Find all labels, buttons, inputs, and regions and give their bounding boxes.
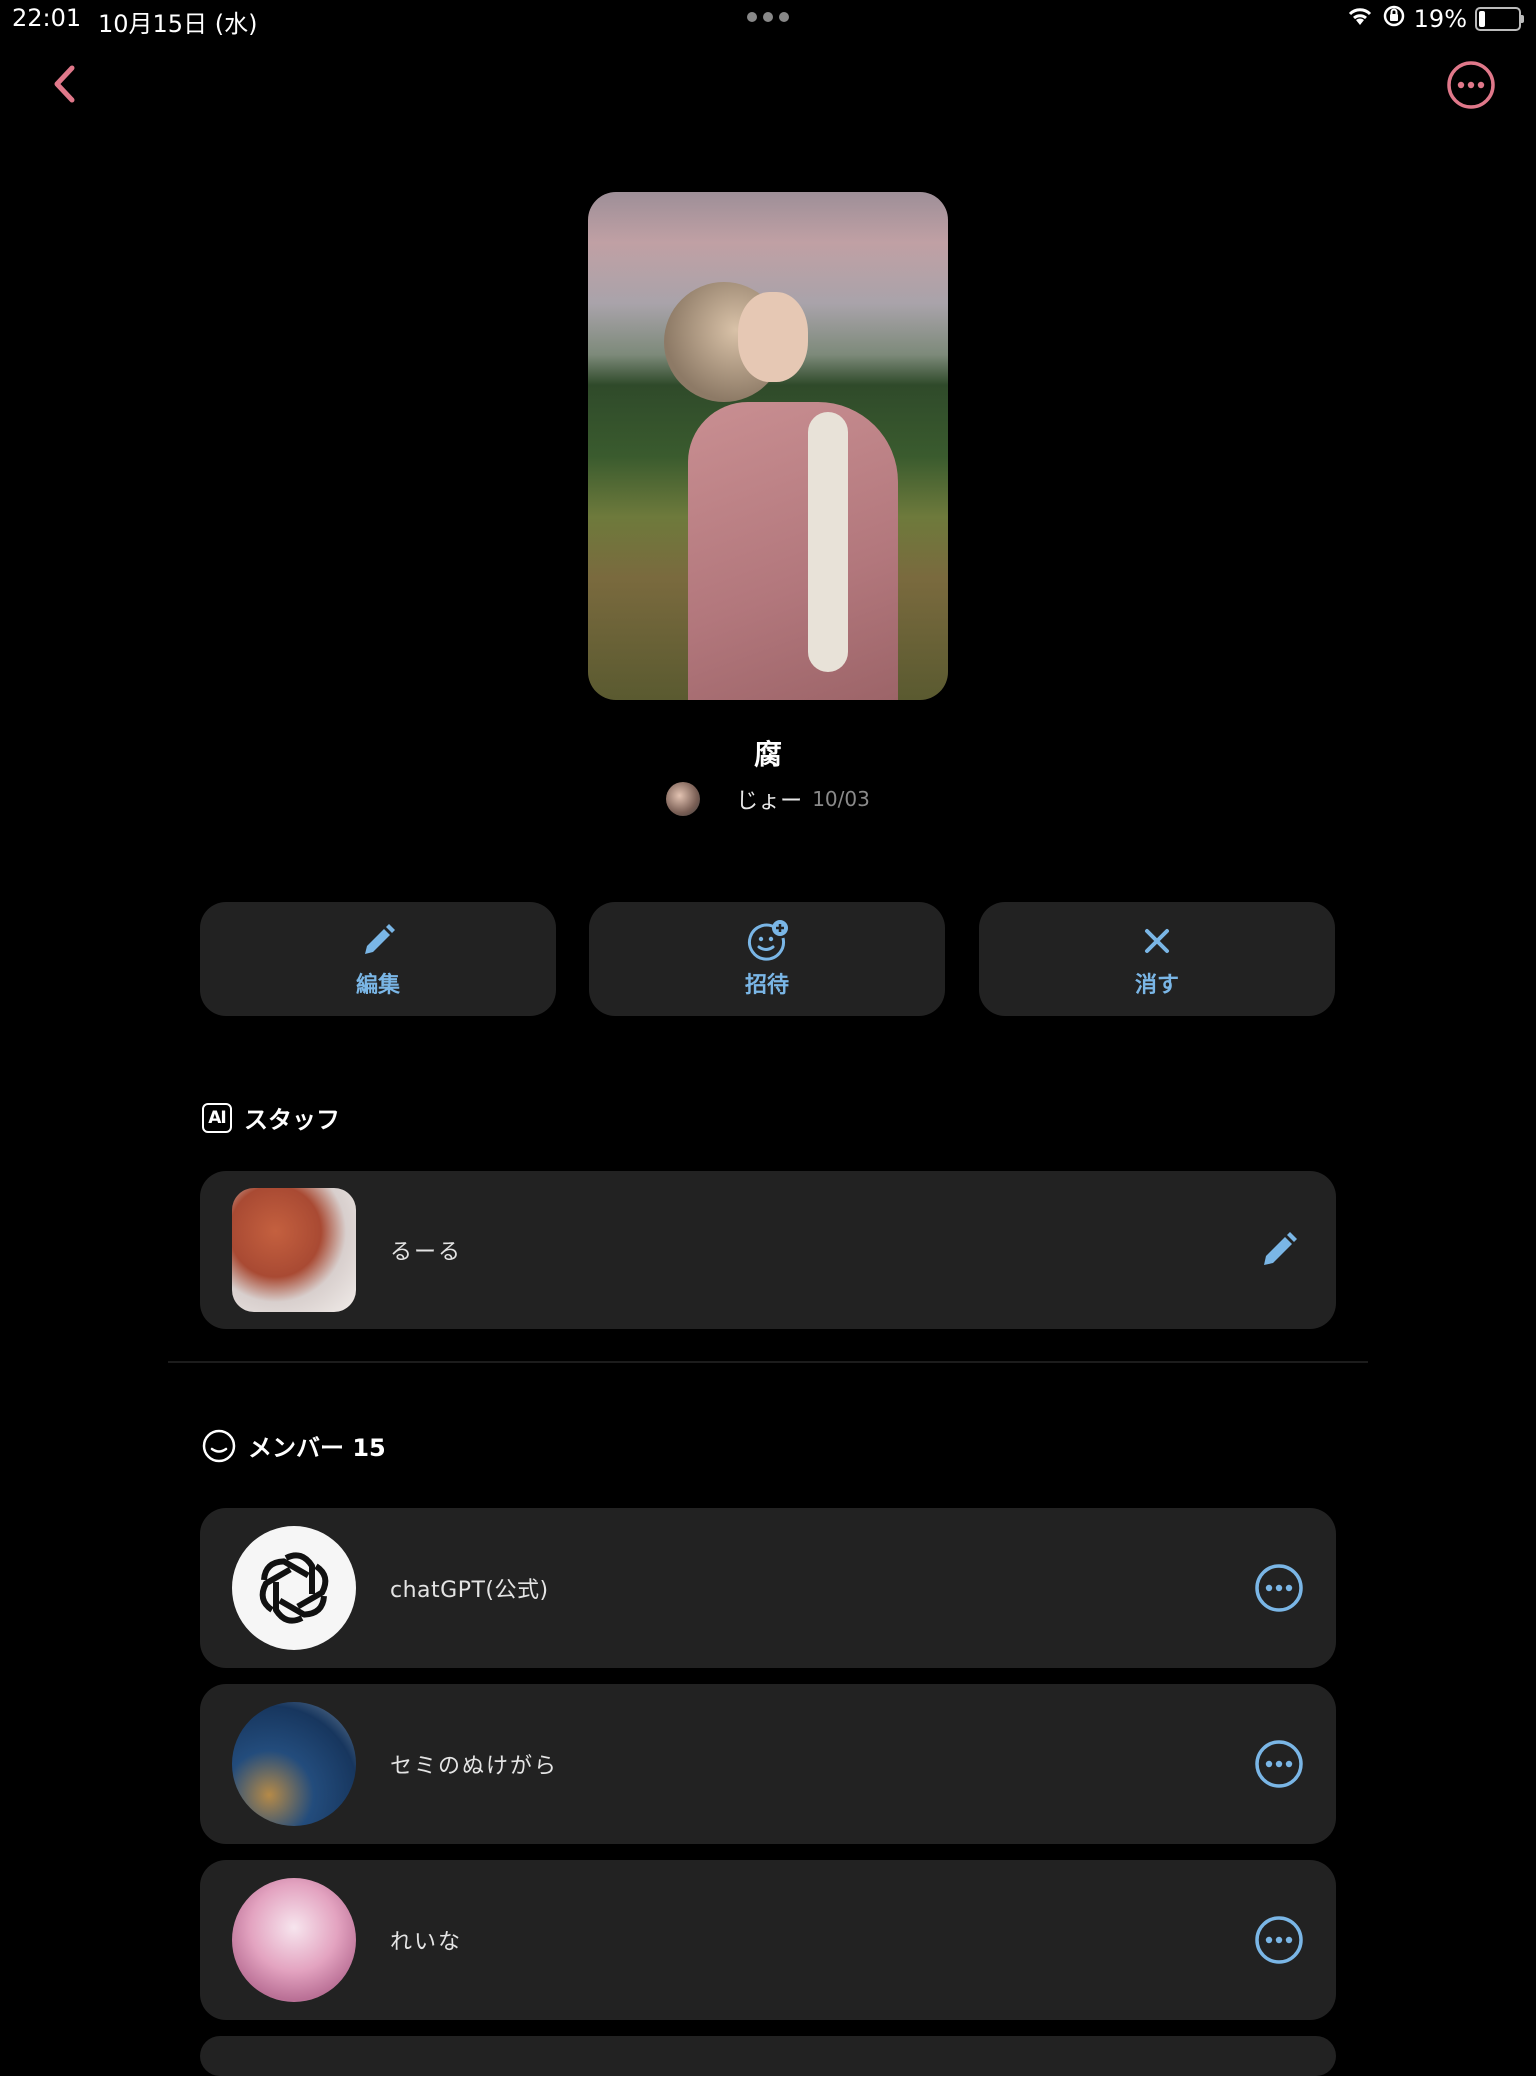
cover-image-detail xyxy=(738,292,808,382)
member-name: chatGPT(公式) xyxy=(390,1578,549,1603)
author-avatar[interactable] xyxy=(666,782,701,816)
invite-label: 招待 xyxy=(744,973,789,998)
staff-card[interactable]: るーる xyxy=(200,1171,1336,1329)
member-row[interactable]: れいな xyxy=(200,1860,1336,2020)
ellipsis-circle-icon xyxy=(1255,1564,1303,1612)
x-icon xyxy=(1145,929,1169,953)
edit-button[interactable]: 編集 xyxy=(200,902,556,1016)
cover-image-detail xyxy=(808,412,848,672)
member-avatar xyxy=(232,1702,356,1826)
battery-icon xyxy=(1475,7,1524,31)
member-menu-button[interactable] xyxy=(1252,1561,1306,1615)
invite-button[interactable]: 招待 xyxy=(589,902,945,1016)
staff-name: るーる xyxy=(390,1240,463,1265)
member-row[interactable]: セミのぬけがら xyxy=(200,1684,1336,1844)
orientation-lock-icon xyxy=(1382,4,1406,34)
member-row[interactable]: chatGPT(公式) xyxy=(200,1508,1336,1668)
member-face-icon xyxy=(202,1429,236,1462)
ellipsis-circle-icon xyxy=(1255,1740,1303,1788)
members-section-heading: メンバー 15 xyxy=(202,1428,386,1463)
pencil-icon xyxy=(365,924,395,954)
section-divider xyxy=(168,1361,1368,1363)
member-menu-button[interactable] xyxy=(1252,1913,1306,1967)
member-avatar xyxy=(232,1878,356,2002)
pencil-icon xyxy=(1264,1232,1297,1265)
ellipsis-circle-icon xyxy=(1447,61,1495,109)
edit-staff-button[interactable] xyxy=(1252,1223,1306,1277)
author-name[interactable]: じょー xyxy=(736,783,802,815)
member-avatar xyxy=(232,1526,356,1650)
ai-badge-icon: AI xyxy=(202,1102,232,1133)
ellipsis-circle-icon xyxy=(1255,1916,1303,1964)
more-options-button[interactable] xyxy=(1446,60,1496,110)
battery-text: 19% xyxy=(1413,5,1467,33)
members-section-title: メンバー 15 xyxy=(248,1434,386,1462)
staff-section-heading: AI スタッフ xyxy=(202,1100,340,1135)
status-right: 19% xyxy=(1346,4,1524,34)
delete-label: 消す xyxy=(1134,973,1179,998)
cover-image[interactable] xyxy=(588,192,948,700)
openai-logo-icon xyxy=(259,1552,329,1624)
byline: じょー 10/03 xyxy=(0,782,1536,816)
delete-button[interactable]: 消す xyxy=(979,902,1335,1016)
staff-section-title: スタッフ xyxy=(244,1106,340,1134)
status-time: 22:01 xyxy=(12,4,82,32)
chevron-left-icon xyxy=(54,65,75,103)
status-date: 10月15日 (水) xyxy=(98,10,258,38)
member-name: セミのぬけがら xyxy=(390,1754,559,1779)
member-menu-button[interactable] xyxy=(1252,1737,1306,1791)
add-face-icon xyxy=(748,920,788,961)
staff-avatar xyxy=(232,1188,356,1312)
member-row[interactable] xyxy=(200,2036,1336,2076)
back-button[interactable] xyxy=(44,62,84,106)
member-name: れいな xyxy=(390,1930,463,1955)
multitasking-dots-icon[interactable] xyxy=(746,8,790,27)
post-date: 10/03 xyxy=(812,787,870,811)
edit-label: 編集 xyxy=(355,973,400,998)
wifi-icon xyxy=(1346,5,1374,33)
cover-image-detail xyxy=(688,402,898,700)
post-title: 腐 xyxy=(753,738,782,771)
